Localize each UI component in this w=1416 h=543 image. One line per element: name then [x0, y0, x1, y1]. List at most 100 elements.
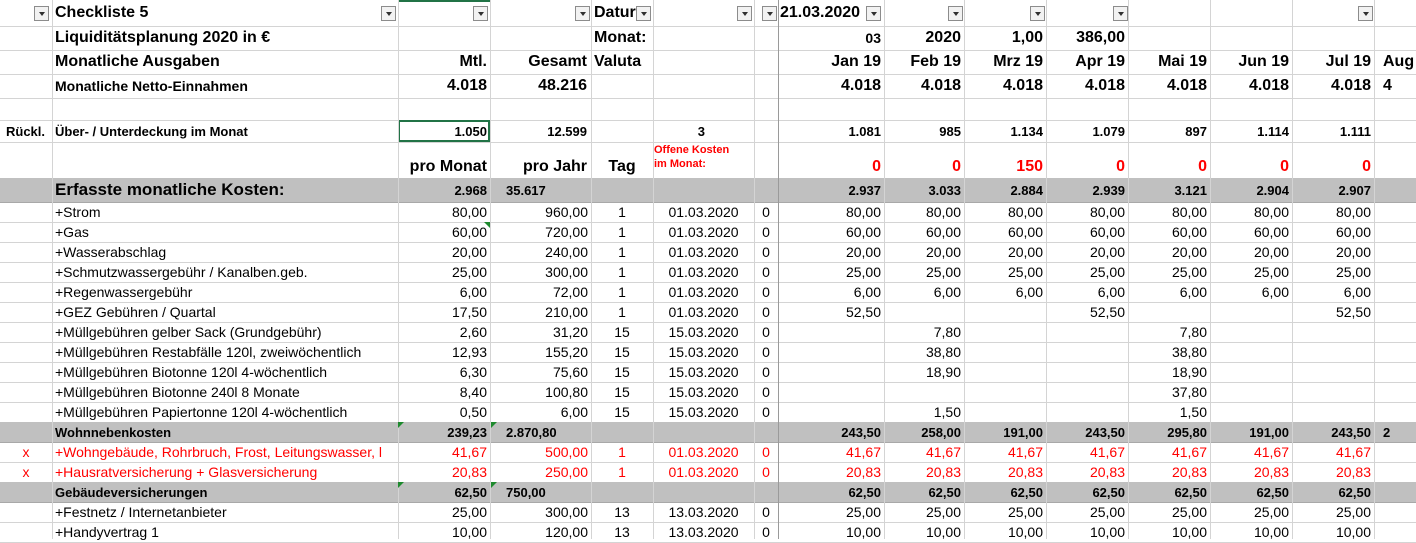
row-gesamt[interactable]: 240,00: [490, 242, 591, 262]
row-tag[interactable]: [591, 482, 653, 502]
row-label[interactable]: +Schmutzwassergebühr / Kanalben.geb.: [52, 262, 398, 282]
row-month[interactable]: 62,50: [780, 482, 884, 502]
row-mtl[interactable]: 239,23: [398, 422, 490, 442]
filter-dropdown-button[interactable]: [381, 6, 396, 21]
row-gesamt[interactable]: 2.870,80: [490, 422, 591, 442]
balance-month[interactable]: 897: [1128, 120, 1210, 142]
month-header[interactable]: Jun 19: [1210, 50, 1292, 74]
row-month[interactable]: [1380, 462, 1416, 482]
row-month[interactable]: 6,00: [964, 282, 1046, 302]
row-month[interactable]: 25,00: [964, 262, 1046, 282]
row-mtl[interactable]: 41,67: [398, 442, 490, 462]
row-month[interactable]: 62,50: [1292, 482, 1374, 502]
row-gesamt[interactable]: 6,00: [490, 402, 591, 422]
row-month[interactable]: 10,00: [884, 522, 964, 542]
row-tag[interactable]: 15: [591, 402, 653, 422]
row-month[interactable]: 20,00: [884, 242, 964, 262]
income-label[interactable]: Monatliche Netto-Einnahmen: [52, 74, 392, 98]
row-date[interactable]: [653, 422, 754, 442]
row-month[interactable]: 6,00: [780, 282, 884, 302]
row-month[interactable]: [1380, 342, 1416, 362]
row-month[interactable]: [1380, 402, 1416, 422]
costs-mtl[interactable]: 2.968: [398, 178, 490, 202]
row-month[interactable]: 20,83: [780, 462, 884, 482]
filter-dropdown-button[interactable]: [948, 6, 963, 21]
row-mark[interactable]: [0, 402, 52, 422]
open-costs-month[interactable]: 0: [1128, 142, 1210, 178]
row-month[interactable]: [780, 402, 884, 422]
balance-month[interactable]: 985: [884, 120, 964, 142]
row-label[interactable]: Gebäudeversicherungen: [52, 482, 398, 502]
row-label[interactable]: +GEZ Gebühren / Quartal: [52, 302, 398, 322]
row-mark[interactable]: x: [0, 462, 52, 482]
row-mark[interactable]: [0, 202, 52, 222]
row-mark[interactable]: [0, 262, 52, 282]
row-month[interactable]: [964, 342, 1046, 362]
row-month[interactable]: [1210, 402, 1292, 422]
row-label[interactable]: +Gas: [52, 222, 398, 242]
row-tag[interactable]: 1: [591, 222, 653, 242]
row-month[interactable]: 25,00: [1128, 502, 1210, 522]
row-month[interactable]: 18,90: [1128, 362, 1210, 382]
row-label[interactable]: +Müllgebühren Restabfälle 120l, zweiwöch…: [52, 342, 398, 362]
row-month[interactable]: [1046, 362, 1128, 382]
row-date[interactable]: 01.03.2020: [653, 302, 754, 322]
row-month[interactable]: 6,00: [1046, 282, 1128, 302]
row-month[interactable]: 18,90: [884, 362, 964, 382]
row-mark[interactable]: [0, 302, 52, 322]
row-tag[interactable]: 1: [591, 282, 653, 302]
row-month[interactable]: [1380, 242, 1416, 262]
row-month[interactable]: 37,80: [1128, 382, 1210, 402]
row-month[interactable]: 295,80: [1128, 422, 1210, 442]
row-month[interactable]: 41,67: [1292, 442, 1374, 462]
month-header[interactable]: Mai 19: [1128, 50, 1210, 74]
reserve-label[interactable]: Rückl.: [3, 120, 53, 142]
row-label[interactable]: Wohnnebenkosten: [52, 422, 398, 442]
open-costs-month[interactable]: 150: [964, 142, 1046, 178]
month-number[interactable]: 03: [780, 26, 884, 50]
row-month[interactable]: 1,50: [1128, 402, 1210, 422]
row-mtl[interactable]: 17,50: [398, 302, 490, 322]
row-mtl[interactable]: 60,00: [398, 222, 490, 242]
row-month[interactable]: [1292, 362, 1374, 382]
row-flag[interactable]: 0: [754, 202, 778, 222]
row-label[interactable]: +Müllgebühren Papiertonne 120l 4-wöchent…: [52, 402, 398, 422]
filter-dropdown-button[interactable]: [473, 6, 488, 21]
row-month[interactable]: 20,00: [1046, 242, 1128, 262]
row-mtl[interactable]: 80,00: [398, 202, 490, 222]
row-month[interactable]: 25,00: [1128, 262, 1210, 282]
row-month[interactable]: 25,00: [884, 502, 964, 522]
row-month[interactable]: 10,00: [1128, 522, 1210, 542]
row-month[interactable]: 25,00: [1292, 502, 1374, 522]
filter-dropdown-button[interactable]: [1358, 6, 1373, 21]
row-label[interactable]: +Handyvertrag 1: [52, 522, 398, 542]
balance-month[interactable]: 1.081: [780, 120, 884, 142]
costs-month[interactable]: 2.884: [964, 178, 1046, 202]
row-tag[interactable]: 1: [591, 302, 653, 322]
row-gesamt[interactable]: 300,00: [490, 502, 591, 522]
row-month[interactable]: 80,00: [1046, 202, 1128, 222]
row-month[interactable]: [1380, 502, 1416, 522]
monat-label[interactable]: Monat:: [591, 26, 653, 50]
balance-month[interactable]: 1.111: [1292, 120, 1374, 142]
row-label[interactable]: +Strom: [52, 202, 398, 222]
row-date[interactable]: 15.03.2020: [653, 362, 754, 382]
row-month[interactable]: 10,00: [780, 522, 884, 542]
spreadsheet-grid[interactable]: Checkliste 5 Datur 21.03.2020 Liquidität…: [0, 0, 1416, 543]
row-date[interactable]: 15.03.2020: [653, 342, 754, 362]
row-month[interactable]: [1046, 402, 1128, 422]
row-month[interactable]: 20,00: [1292, 242, 1374, 262]
row-date[interactable]: 13.03.2020: [653, 522, 754, 542]
row-gesamt[interactable]: 500,00: [490, 442, 591, 462]
row-gesamt[interactable]: 31,20: [490, 322, 591, 342]
row-month[interactable]: 41,67: [964, 442, 1046, 462]
costs-gesamt[interactable]: 35.617: [490, 178, 590, 202]
row-tag[interactable]: 15: [591, 362, 653, 382]
filter-dropdown-button[interactable]: [762, 6, 777, 21]
row-month[interactable]: [1210, 362, 1292, 382]
row-flag[interactable]: 0: [754, 462, 778, 482]
row-month[interactable]: 20,00: [1210, 242, 1292, 262]
factor-value[interactable]: 1,00: [964, 26, 1046, 50]
row-month[interactable]: 25,00: [780, 502, 884, 522]
row-flag[interactable]: 0: [754, 282, 778, 302]
